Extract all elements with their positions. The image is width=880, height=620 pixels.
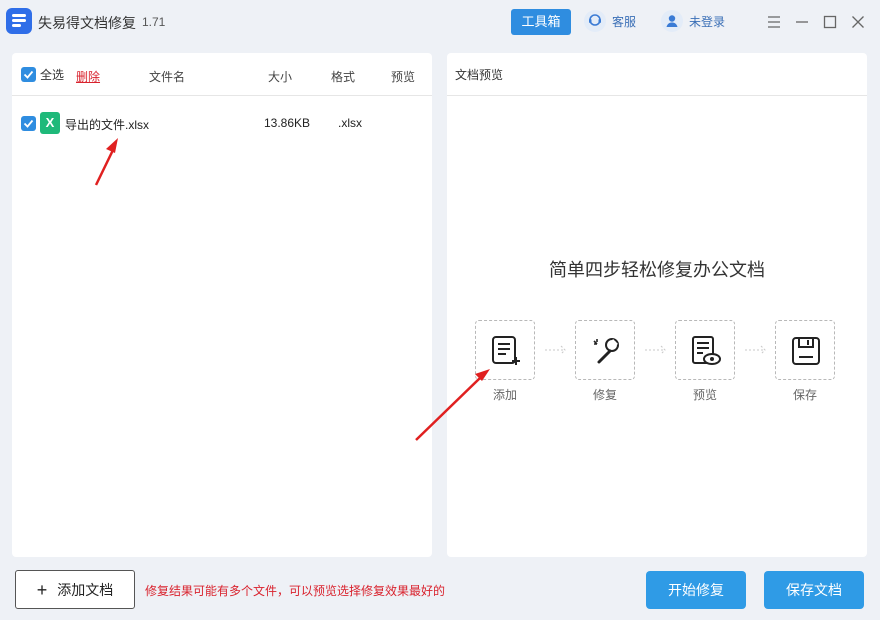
arrow-right-icon bbox=[645, 345, 666, 355]
add-document-label: 添加文档 bbox=[57, 581, 114, 598]
document-add-icon bbox=[492, 336, 520, 365]
app-version: 1.71 bbox=[142, 15, 166, 29]
arrow-right-icon bbox=[745, 345, 766, 355]
step-add[interactable] bbox=[475, 320, 535, 380]
column-header-filename: 文件名 bbox=[149, 70, 186, 84]
preview-divider bbox=[447, 95, 867, 96]
select-all-label: 全选 bbox=[40, 68, 65, 82]
login-label: 未登录 bbox=[689, 14, 726, 29]
steps-title: 简单四步轻松修复办公文档 bbox=[549, 260, 765, 280]
step-preview[interactable] bbox=[675, 320, 735, 380]
document-preview-panel: 文档预览 简单四步轻松修复办公文档 添加 修复 预览 保存 bbox=[447, 53, 867, 557]
wrench-icon bbox=[593, 338, 619, 364]
checkbox-checked-icon bbox=[21, 67, 36, 82]
customer-service-link[interactable]: 客服 bbox=[584, 10, 636, 32]
maximize-icon[interactable] bbox=[822, 14, 838, 30]
header-divider bbox=[12, 95, 432, 96]
step-repair[interactable] bbox=[575, 320, 635, 380]
app-title: 失易得文档修复 bbox=[38, 15, 136, 31]
arrow-right-icon bbox=[545, 345, 566, 355]
minimize-icon[interactable] bbox=[794, 14, 810, 30]
column-header-preview: 预览 bbox=[391, 70, 416, 84]
app-logo bbox=[6, 8, 32, 34]
preview-title: 文档预览 bbox=[455, 68, 504, 82]
column-header-format: 格式 bbox=[331, 70, 356, 84]
step-label: 添加 bbox=[492, 388, 517, 402]
repair-hint-text: 修复结果可能有多个文件，可以预览选择修复效果最好的 bbox=[145, 584, 446, 598]
file-format: .xlsx bbox=[338, 116, 362, 130]
step-label: 修复 bbox=[592, 388, 617, 402]
login-link[interactable]: 未登录 bbox=[661, 10, 725, 32]
headset-icon bbox=[584, 10, 606, 32]
customer-service-label: 客服 bbox=[612, 14, 637, 29]
file-name: 导出的文件.xlsx bbox=[65, 118, 150, 132]
file-size: 13.86KB bbox=[264, 116, 311, 130]
file-list-panel: 全选 删除 文件名 大小 格式 预览 X 导出的文件.xlsx 13.86KB … bbox=[12, 53, 432, 557]
step-label: 保存 bbox=[792, 388, 817, 402]
row-checkbox[interactable] bbox=[21, 116, 36, 131]
close-icon[interactable] bbox=[850, 14, 866, 30]
menu-icon[interactable] bbox=[766, 14, 782, 30]
floppy-disk-icon bbox=[792, 337, 820, 365]
delete-link[interactable]: 删除 bbox=[76, 68, 100, 85]
plus-icon: + bbox=[36, 579, 48, 600]
step-save[interactable] bbox=[775, 320, 835, 380]
start-repair-button[interactable]: 开始修复 bbox=[646, 571, 746, 609]
add-document-button[interactable]: + 添加文档 bbox=[15, 570, 135, 609]
column-header-size: 大小 bbox=[268, 70, 293, 84]
select-all-checkbox[interactable]: 全选 bbox=[21, 66, 64, 83]
document-eye-icon bbox=[692, 336, 721, 365]
toolbox-button[interactable]: 工具箱 bbox=[511, 9, 571, 35]
save-document-button[interactable]: 保存文档 bbox=[764, 571, 864, 609]
step-label: 预览 bbox=[692, 388, 717, 402]
excel-file-icon: X bbox=[40, 112, 60, 134]
user-icon bbox=[661, 10, 683, 32]
